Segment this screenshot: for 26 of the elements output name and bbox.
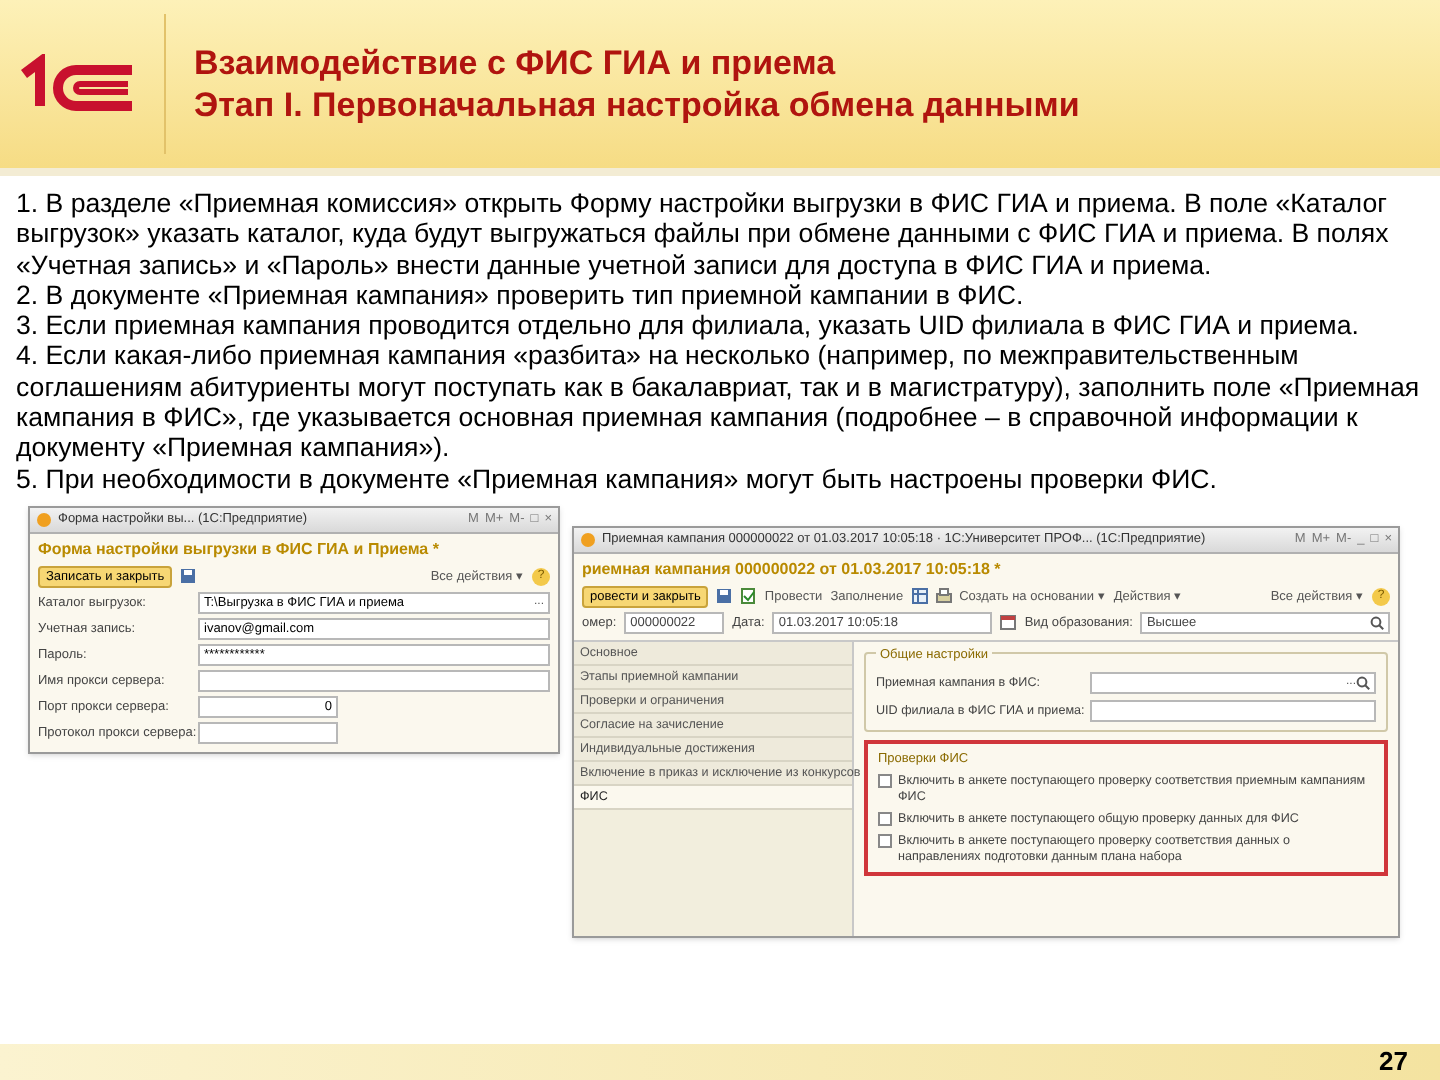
paragraph: 1. В разделе «Приемная комиссия» открыть Форму настройки выгрузки в ФИС ГИА и приема. В поле «Каталог выгрузок» указать каталог, куда будут выгружаться файлы при обмене данными с ФИС ГИА и приема. В полях «Учетная запись» и «Пароль» внести данные учетной записи для доступа в ФИС ГИА и приема. (16, 188, 1391, 280)
search-icon (1370, 615, 1384, 630)
search-icon (1356, 675, 1370, 690)
calendar-icon (1000, 614, 1017, 631)
document-icon (740, 588, 757, 605)
document-heading: риемная кампания 000000022 от 01.03.2017 10:05:18 * (580, 557, 1003, 582)
checkbox[interactable] (878, 774, 892, 789)
input-field[interactable] (198, 721, 338, 744)
app-icon (36, 511, 52, 528)
paragraph: 4. Если какая-либо приемная кампания «разбита» на несколько (например, по межправительственным соглашениям абитуриенты могут поступать как в бакалавриат, так и в магистратуру), заполнить поле «Приемная кампания в ФИС», где указывается основная приемная кампания (подробнее – в справочной информации к документу «Приемная кампания»). (16, 340, 1422, 464)
printer-icon (935, 588, 952, 605)
app-icon (580, 531, 596, 548)
page-number: 27 (1379, 1044, 1408, 1080)
paragraph: 3. Если приемная кампания проводится отдельно для филиала, указать UID филиала в ФИС ГИА и приема. (16, 310, 1361, 341)
checkbox[interactable] (878, 834, 892, 849)
table-icon (911, 588, 928, 605)
checkbox[interactable] (878, 812, 892, 827)
save-icon (180, 568, 197, 585)
slide-title: Взаимодействие с ФИС ГИА и приема (194, 42, 838, 84)
paragraph: 5. При необходимости в документе «Приемная кампания» могут быть настроены проверки ФИС. (16, 463, 1219, 494)
input-field[interactable] (1090, 699, 1376, 722)
input-field[interactable] (198, 669, 550, 692)
paragraph: 2. В документе «Приемная кампания» проверить тип приемной кампании в ФИС. (16, 279, 1026, 311)
save-icon (716, 588, 733, 605)
form-heading: Форма настройки выгрузки в ФИС ГИА и Приема * (36, 537, 441, 562)
slide-title: Этап I. Первоначальная настройка обмена данными (194, 84, 1080, 126)
